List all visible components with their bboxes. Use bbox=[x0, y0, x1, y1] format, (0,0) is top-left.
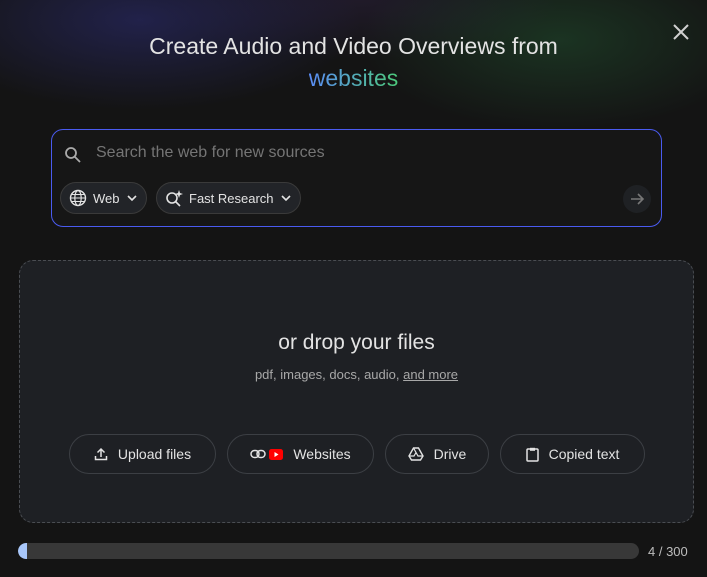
websites-button[interactable]: Websites bbox=[227, 434, 374, 474]
source-count: 4 / 300 bbox=[648, 544, 688, 559]
supported-types: pdf, images, docs, audio, and more bbox=[20, 367, 693, 382]
drive-icon bbox=[407, 447, 424, 461]
supported-types-text: pdf, images, docs, audio, bbox=[254, 367, 400, 382]
youtube-icon bbox=[269, 448, 284, 460]
chevron-down-icon bbox=[280, 195, 291, 202]
source-dropdown[interactable]: Web bbox=[60, 182, 147, 214]
arrow-right-icon bbox=[631, 193, 645, 205]
search-input[interactable] bbox=[96, 144, 596, 162]
upload-files-label: Upload files bbox=[117, 446, 192, 462]
submit-button[interactable] bbox=[623, 185, 651, 213]
more-types-link[interactable]: and more bbox=[403, 367, 458, 382]
search-box: Web Fast Research bbox=[51, 129, 662, 227]
file-drop-zone[interactable]: or drop your files pdf, images, docs, au… bbox=[19, 260, 694, 523]
research-mode-label: Fast Research bbox=[189, 190, 274, 206]
drive-button[interactable]: Drive bbox=[385, 434, 489, 474]
link-icon bbox=[250, 449, 267, 459]
drive-label: Drive bbox=[433, 446, 467, 462]
drop-heading: or drop your files bbox=[278, 331, 435, 354]
sparkle-search-icon bbox=[166, 190, 183, 207]
chevron-down-icon bbox=[126, 195, 137, 202]
search-icon bbox=[65, 147, 81, 163]
research-mode-dropdown[interactable]: Fast Research bbox=[156, 182, 301, 214]
upload-icon bbox=[94, 447, 108, 461]
title-line: Create Audio and Video Overviews from bbox=[149, 33, 558, 59]
title-highlight: websites bbox=[308, 65, 399, 91]
globe-icon bbox=[69, 189, 87, 207]
page-title: Create Audio and Video Overviews from we… bbox=[0, 30, 707, 94]
source-limit-fill bbox=[18, 543, 28, 559]
source-label: Web bbox=[93, 190, 120, 206]
copied-text-button[interactable]: Copied text bbox=[500, 434, 645, 474]
source-limit-progress bbox=[18, 543, 639, 559]
clipboard-icon bbox=[525, 447, 539, 462]
websites-label: Websites bbox=[293, 446, 351, 462]
copied-text-label: Copied text bbox=[548, 446, 620, 462]
upload-files-button[interactable]: Upload files bbox=[69, 434, 216, 474]
